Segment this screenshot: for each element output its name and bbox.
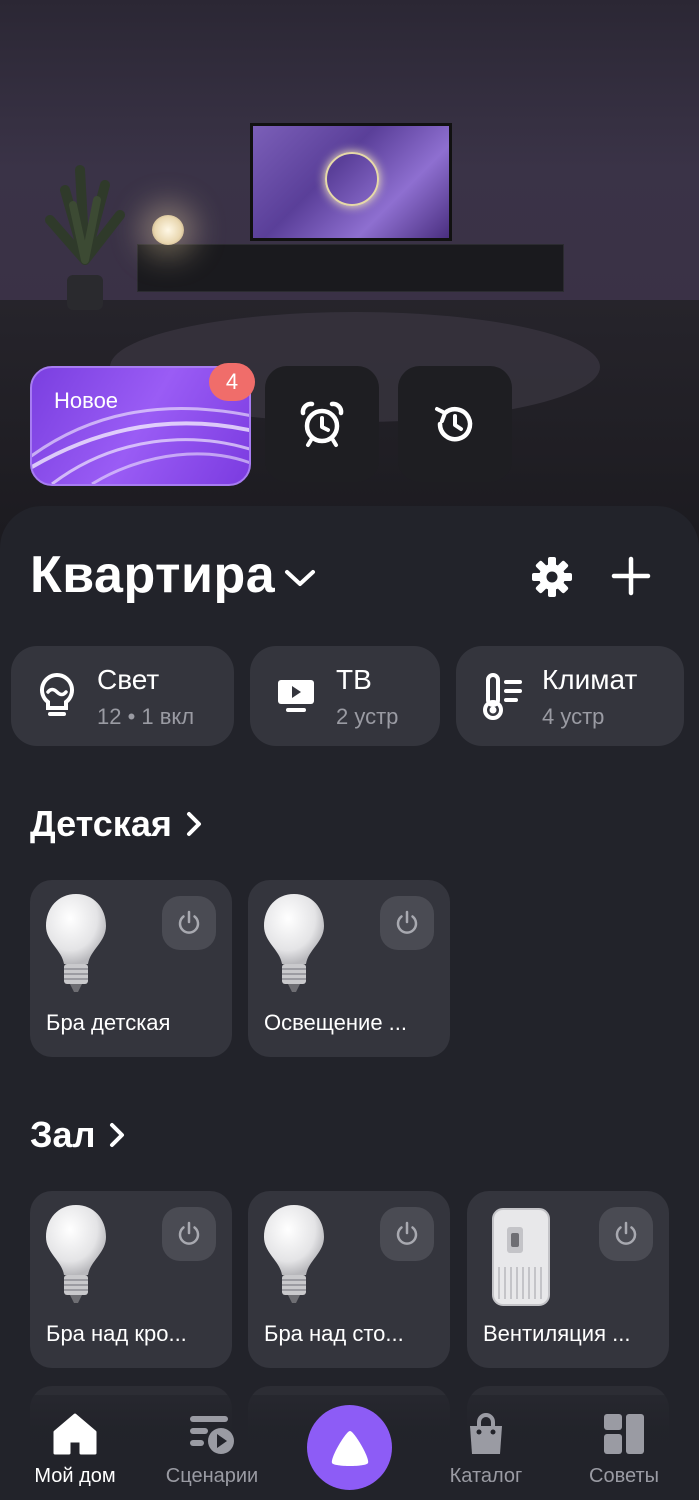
category-climate[interactable]: Климат 4 устр	[456, 646, 684, 746]
device-card[interactable]: Вентиляция ...	[467, 1191, 669, 1368]
light-bulb-image	[46, 894, 106, 992]
power-icon	[396, 1221, 418, 1245]
new-stories-badge: 4	[209, 363, 255, 401]
new-stories-label: Новое	[54, 388, 119, 413]
device-card[interactable]: Освещение ...	[248, 880, 450, 1057]
light-bulb-image	[264, 894, 324, 992]
alice-assistant-button[interactable]	[307, 1405, 392, 1490]
nav-scenarios-label: Сценарии	[165, 1465, 259, 1487]
device-card[interactable]: Бра над сто...	[248, 1191, 450, 1368]
history-icon	[435, 407, 473, 442]
category-light-name: Свет	[97, 664, 160, 695]
light-bulb-image	[264, 1205, 324, 1303]
light-bulb-image	[46, 1205, 106, 1303]
nav-tips-label: Советы	[589, 1465, 659, 1487]
device-name: Бра над сто...	[264, 1321, 404, 1346]
tv-stand	[137, 244, 564, 292]
alarm-clock-icon	[300, 401, 344, 447]
shopping-bag-icon	[470, 1413, 502, 1454]
nav-home-label: Мой дом	[34, 1465, 116, 1487]
device-name: Бра детская	[46, 1010, 171, 1035]
device-card[interactable]: Бра над кро...	[30, 1191, 232, 1368]
tv-image	[250, 123, 452, 241]
tv-icon	[278, 680, 314, 712]
power-icon	[396, 910, 418, 934]
device-name: Вентиляция ...	[483, 1321, 631, 1346]
room-header-detskaya[interactable]: Детская	[30, 803, 202, 845]
scenarios-icon	[190, 1416, 234, 1454]
room-header-zal[interactable]: Зал	[30, 1114, 125, 1156]
power-button[interactable]	[162, 896, 216, 950]
device-card[interactable]: Бра детская	[30, 880, 232, 1057]
nav-catalog-label: Каталог	[449, 1465, 523, 1487]
category-tv-name: ТВ	[336, 664, 372, 695]
room-title: Детская	[30, 803, 172, 844]
power-icon	[178, 910, 200, 934]
add-icon[interactable]	[608, 553, 654, 599]
history-button[interactable]	[398, 366, 512, 482]
home-icon	[53, 1413, 97, 1455]
chevron-right-icon	[110, 1123, 125, 1147]
chevron-right-icon	[186, 812, 201, 836]
tips-grid-icon	[604, 1414, 644, 1454]
power-icon	[178, 1221, 200, 1245]
bulb-icon	[40, 672, 74, 716]
chevron-down-icon	[285, 570, 316, 586]
category-light[interactable]: Свет 12 • 1 вкл	[11, 646, 234, 746]
category-tv-sub: 2 устр	[336, 704, 399, 729]
alice-icon	[331, 1430, 368, 1466]
power-button[interactable]	[380, 1207, 434, 1261]
lamp-image	[152, 215, 184, 245]
category-climate-sub: 4 устр	[542, 704, 605, 729]
home-title: Квартира	[30, 546, 276, 604]
thermometer-icon	[483, 673, 522, 720]
alarm-button[interactable]	[265, 366, 379, 482]
plant-image	[45, 165, 125, 310]
power-button[interactable]	[599, 1207, 653, 1261]
room-title: Зал	[30, 1114, 96, 1155]
device-name: Бра над кро...	[46, 1321, 187, 1346]
power-icon	[615, 1221, 637, 1245]
category-light-sub: 12 • 1 вкл	[97, 704, 195, 729]
ventilation-device-image	[492, 1208, 550, 1306]
device-name: Освещение ...	[264, 1010, 407, 1035]
home-selector[interactable]: Квартира	[30, 540, 317, 610]
gear-icon[interactable]	[530, 555, 574, 599]
category-tv[interactable]: ТВ 2 устр	[250, 646, 440, 746]
power-button[interactable]	[380, 896, 434, 950]
power-button[interactable]	[162, 1207, 216, 1261]
category-climate-name: Климат	[542, 664, 638, 695]
